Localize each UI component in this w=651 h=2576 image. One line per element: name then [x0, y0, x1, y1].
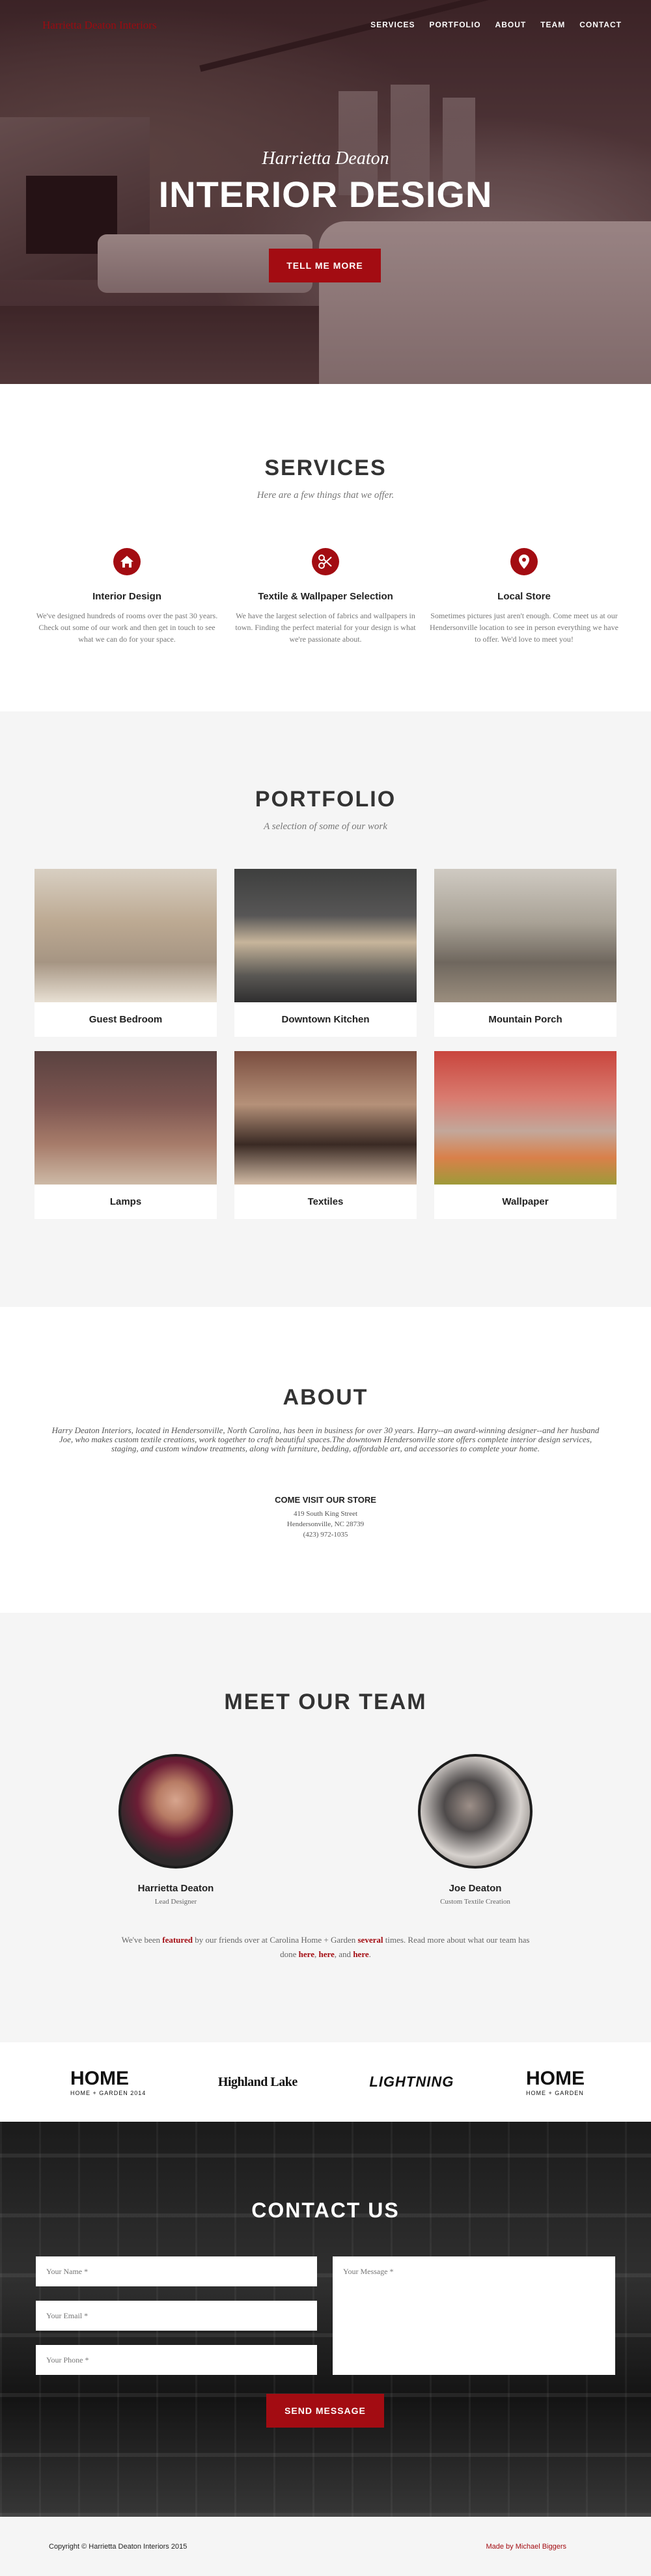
logo-subtext: HOME + GARDEN 2014	[70, 2090, 146, 2096]
service-title: Interior Design	[92, 591, 161, 602]
address-line: Hendersonville, NC 28739	[286, 1520, 365, 1528]
hero-title: INTERIOR DESIGN	[158, 174, 493, 215]
team-note-text: We've been	[121, 1935, 163, 1945]
services-list: Interior Design We've designed hundreds …	[33, 548, 618, 645]
logo-text: HOME	[525, 2068, 585, 2089]
portfolio-caption: Textiles	[307, 1196, 344, 1207]
portfolio-image[interactable]	[234, 1051, 417, 1185]
portfolio-image[interactable]	[234, 869, 417, 1002]
press-logos: HOME HOME + GARDEN 2014 Highland Lake LI…	[0, 2042, 651, 2122]
nav-link-contact[interactable]: CONTACT	[579, 20, 622, 29]
service-title: Local Store	[497, 591, 551, 602]
team-note-text: , and	[334, 1949, 353, 1959]
contact-title: CONTACT US	[251, 2199, 400, 2222]
home-garden-logo[interactable]: HOME HOME + GARDEN	[526, 2068, 585, 2096]
send-message-button[interactable]: SEND MESSAGE	[266, 2394, 384, 2428]
portfolio-subtitle: A selection of some of our work	[264, 821, 387, 832]
portfolio-caption: Guest Bedroom	[89, 1014, 163, 1025]
here-link-2[interactable]: here	[318, 1949, 334, 1959]
service-text: Sometimes pictures just aren't enough. C…	[430, 611, 618, 644]
service-title: Textile & Wallpaper Selection	[258, 591, 393, 602]
services-section: SERVICES Here are a few things that we o…	[0, 384, 651, 711]
top-nav: Harrietta Deaton Interiors SERVICES PORT…	[0, 0, 651, 51]
here-link-1[interactable]: here	[299, 1949, 314, 1959]
phone-field[interactable]	[36, 2345, 317, 2375]
portfolio-caption: Wallpaper	[502, 1196, 549, 1207]
portfolio-grid: Guest Bedroom Downtown Kitchen Mountain …	[35, 869, 616, 1219]
portfolio-image[interactable]	[35, 869, 217, 1002]
team-note-text: .	[368, 1949, 371, 1959]
brand-logo-link[interactable]: Harrietta Deaton Interiors	[42, 19, 157, 32]
service-text: We've designed hundreds of rooms over th…	[36, 611, 218, 644]
hero-section: Harrietta Deaton Interiors SERVICES PORT…	[0, 0, 651, 384]
hero-text: Harrietta Deaton INTERIOR DESIGN	[0, 148, 651, 215]
home-icon	[113, 548, 141, 575]
portfolio-item[interactable]: Lamps	[35, 1051, 217, 1219]
address-line: 419 South King Street	[293, 1510, 358, 1518]
member-name: Joe Deaton	[449, 1883, 502, 1894]
team-member: Joe Deaton Custom Textile Creation	[418, 1754, 533, 1906]
team-note: We've been featured by our friends over …	[114, 1933, 537, 1962]
phone-number: (423) 972-1035	[303, 1531, 348, 1539]
footer: Copyright © Harrietta Deaton Interiors 2…	[0, 2517, 651, 2576]
contact-section: CONTACT US SEND MESSAGE	[0, 2122, 651, 2517]
team-members: Harrietta Deaton Lead Designer Joe Deato…	[0, 1754, 651, 1906]
map-marker-icon	[510, 548, 538, 575]
portfolio-title: PORTFOLIO	[255, 787, 396, 812]
email-field[interactable]	[36, 2301, 317, 2331]
nav-menu: SERVICES PORTFOLIO ABOUT TEAM CONTACT	[370, 20, 622, 29]
services-subtitle: Here are a few things that we offer.	[256, 490, 395, 500]
team-section: MEET OUR TEAM Harrietta Deaton Lead Desi…	[0, 1613, 651, 2042]
name-field[interactable]	[36, 2256, 317, 2286]
team-member: Harrietta Deaton Lead Designer	[118, 1754, 233, 1906]
portfolio-item[interactable]: Downtown Kitchen	[234, 869, 417, 1037]
portfolio-item[interactable]: Guest Bedroom	[35, 869, 217, 1037]
service-item: Textile & Wallpaper Selection We have th…	[231, 548, 420, 645]
nav-link-services[interactable]: SERVICES	[370, 20, 415, 29]
portfolio-item[interactable]: Mountain Porch	[434, 869, 616, 1037]
about-text: Harry Deaton Interiors, located in Hende…	[51, 1425, 600, 1453]
highland-lake-logo[interactable]: Highland Lake	[218, 2075, 298, 2090]
portfolio-section: PORTFOLIO A selection of some of our wor…	[0, 711, 651, 1307]
copyright-text: Copyright © Harrietta Deaton Interiors 2…	[49, 2542, 187, 2551]
portfolio-image[interactable]	[434, 869, 616, 1002]
avatar	[418, 1754, 533, 1869]
service-item: Interior Design We've designed hundreds …	[33, 548, 221, 645]
visit-store-title: COME VISIT OUR STORE	[275, 1495, 376, 1505]
team-note-text: by our friends over at Carolina Home + G…	[192, 1935, 358, 1945]
member-role: Lead Designer	[154, 1898, 197, 1906]
service-item: Local Store Sometimes pictures just aren…	[430, 548, 618, 645]
nav-link-about[interactable]: ABOUT	[495, 20, 527, 29]
member-role: Custom Textile Creation	[440, 1898, 510, 1906]
service-text: We have the largest selection of fabrics…	[235, 611, 416, 644]
portfolio-item[interactable]: Wallpaper	[434, 1051, 616, 1219]
nav-link-portfolio[interactable]: PORTFOLIO	[430, 20, 481, 29]
member-name: Harrietta Deaton	[137, 1883, 214, 1894]
services-title: SERVICES	[264, 456, 387, 480]
portfolio-caption: Downtown Kitchen	[281, 1014, 370, 1025]
lightning-logo[interactable]: LIGHTNING	[369, 2074, 454, 2090]
tell-me-more-button[interactable]: TELL ME MORE	[269, 249, 381, 282]
logo-subtext: HOME + GARDEN	[525, 2090, 584, 2096]
scissors-icon	[312, 548, 339, 575]
message-field[interactable]	[333, 2256, 615, 2375]
avatar	[118, 1754, 233, 1869]
portfolio-image[interactable]	[35, 1051, 217, 1185]
several-link[interactable]: several	[358, 1935, 383, 1945]
portfolio-caption: Mountain Porch	[488, 1014, 562, 1025]
portfolio-item[interactable]: Textiles	[234, 1051, 417, 1219]
store-address: 419 South King Street Hendersonville, NC…	[0, 1509, 651, 1540]
hero-subtitle: Harrietta Deaton	[262, 148, 389, 169]
about-title: ABOUT	[283, 1385, 368, 1410]
nav-link-team[interactable]: TEAM	[540, 20, 565, 29]
home-garden-2014-logo[interactable]: HOME HOME + GARDEN 2014	[70, 2068, 146, 2096]
here-link-3[interactable]: here	[353, 1949, 368, 1959]
logo-text: HOME	[70, 2068, 129, 2089]
about-section: ABOUT Harry Deaton Interiors, located in…	[0, 1307, 651, 1613]
team-title: MEET OUR TEAM	[224, 1690, 427, 1714]
featured-link[interactable]: featured	[162, 1935, 193, 1945]
portfolio-image[interactable]	[434, 1051, 616, 1185]
made-by-link[interactable]: Made by Michael Biggers	[486, 2543, 566, 2551]
portfolio-caption: Lamps	[109, 1196, 142, 1207]
